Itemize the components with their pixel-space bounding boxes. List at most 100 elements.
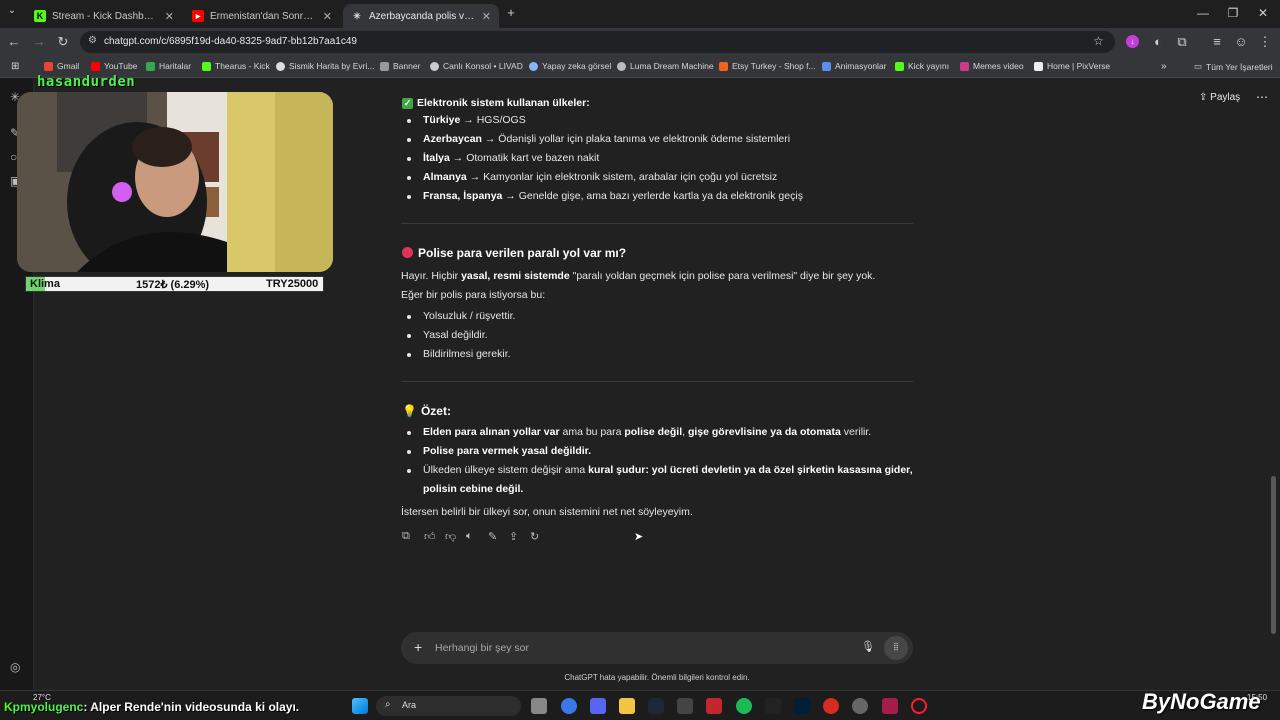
search-icon: ⌕: [385, 699, 391, 710]
thumbs-down-icon[interactable]: 👎︎: [445, 530, 456, 543]
list-item: Yasal değildir.: [423, 329, 488, 341]
spotify-icon[interactable]: [736, 698, 752, 714]
tab-youtube-video[interactable]: ▶ Ermenistan'dan Sonra Azerbayca ✕: [184, 4, 340, 28]
list-item: Almanya → Kamyonlar için elektronik sist…: [423, 171, 778, 183]
bookmark-haritalar[interactable]: Haritalar: [146, 61, 191, 71]
list-item: Elden para alınan yollar var ama bu para…: [423, 426, 872, 438]
photoshop-icon[interactable]: [794, 698, 810, 714]
message-input[interactable]: [435, 639, 835, 657]
webcam-overlay: [17, 92, 333, 272]
download-icon[interactable]: ↓: [1126, 35, 1139, 48]
stream-chat-message: Kpmyolugenc: Alper Rende'nin videosunda …: [4, 700, 300, 714]
search-icon: [529, 61, 538, 71]
bookmark-star-icon[interactable]: ☆: [1093, 34, 1104, 48]
voice-mode-icon[interactable]: ⦙⦙: [884, 636, 908, 660]
riot-icon[interactable]: [823, 698, 839, 714]
reload-icon[interactable]: ↻: [55, 34, 71, 50]
epic-games-icon[interactable]: [765, 698, 781, 714]
bookmark-banner[interactable]: Banner: [380, 61, 420, 71]
list-item: Yolsuzluk / rüşvettir.: [423, 310, 516, 322]
close-tab-icon[interactable]: ✕: [323, 10, 332, 23]
maps-icon: [146, 61, 155, 71]
list-item: Azerbaycan → Ödənişli yollar için plaka …: [423, 133, 791, 145]
close-window-icon[interactable]: ✕: [1253, 6, 1273, 20]
maximize-icon[interactable]: ❐: [1223, 6, 1243, 20]
more-options-icon[interactable]: ⋯: [1256, 90, 1268, 104]
close-tab-icon[interactable]: ✕: [482, 10, 491, 23]
task-view-icon[interactable]: [531, 698, 547, 714]
tab-kick-dashboard[interactable]: K Stream - Kick Dashboard ✕: [26, 4, 182, 28]
goal-target: TRY25000: [266, 278, 319, 290]
bookmark-sismik-harita[interactable]: Sismik Harita by Evri...: [276, 61, 375, 71]
edit-icon[interactable]: ✎: [488, 530, 497, 543]
apps-grid-icon[interactable]: ⊞: [11, 61, 19, 72]
extension-icon[interactable]: ◐: [1150, 34, 1166, 49]
start-icon[interactable]: [352, 698, 368, 714]
microphone-icon[interactable]: 🎙︎: [861, 640, 875, 653]
bookmark-etsy[interactable]: Etsy Turkey - Shop f...: [719, 61, 816, 71]
thumbs-up-icon[interactable]: 👍︎: [424, 530, 436, 543]
more-bookmarks-icon[interactable]: »: [1161, 61, 1167, 72]
chrome-icon[interactable]: [561, 698, 577, 714]
read-aloud-icon[interactable]: 🔈︎: [466, 530, 473, 543]
close-tab-icon[interactable]: ✕: [165, 10, 174, 23]
user-avatar-icon[interactable]: ◎: [10, 660, 20, 674]
bullet-icon: [407, 195, 411, 199]
disclaimer-text: ChatGPT hata yapabilir. Önemli bilgileri…: [564, 673, 750, 682]
list-item-continued: polisin cebine değil.: [423, 483, 524, 495]
bookmark-gmail[interactable]: Gmail: [44, 61, 79, 71]
section-heading: Polise para verilen paralı yol var mı?: [402, 246, 626, 260]
red-circle-icon: [402, 247, 413, 258]
app-icon[interactable]: [706, 698, 722, 714]
address-bar[interactable]: ⚙ chatgpt.com/c/6895f19d-da40-8325-9ad7-…: [80, 31, 1115, 53]
tab-search-icon[interactable]: ⌄: [4, 5, 20, 16]
minimize-icon[interactable]: —: [1193, 6, 1213, 20]
bookmark-memes-video[interactable]: Memes video: [960, 61, 1024, 71]
globe-icon: [276, 61, 285, 71]
browser-menu-icon[interactable]: ⋮: [1257, 34, 1273, 50]
scrollbar[interactable]: [1271, 476, 1276, 634]
regenerate-icon[interactable]: ↻: [530, 530, 539, 543]
list-item: Bildirilmesi gerekir.: [423, 348, 511, 360]
console-icon: [430, 61, 439, 71]
valorant-icon[interactable]: [882, 698, 898, 714]
bookmark-thearus-kick[interactable]: Thearus - Kick: [202, 61, 270, 71]
closing-paragraph: İstersen belirli bir ülkeyi sor, onun si…: [401, 506, 693, 518]
divider: [401, 223, 913, 224]
bullet-icon: [407, 176, 411, 180]
bookmark-youtube[interactable]: YouTube: [91, 61, 137, 71]
bookmark-luma[interactable]: Luma Dream Machine: [617, 61, 714, 71]
site-info-icon[interactable]: ⚙: [88, 35, 97, 46]
bullet-icon: [407, 431, 411, 435]
extensions-puzzle-icon[interactable]: ⧉: [1174, 34, 1190, 50]
copy-icon[interactable]: ⧉: [402, 530, 410, 543]
bookmark-kick-yayini[interactable]: Kick yayını: [895, 61, 949, 71]
kick-icon: [895, 61, 904, 71]
media-controls-icon[interactable]: ≡: [1209, 34, 1225, 49]
taskbar-search[interactable]: ⌕ Ara: [376, 696, 521, 716]
webcam-image: [17, 92, 333, 272]
back-icon[interactable]: ←: [6, 34, 22, 49]
bullet-icon: [407, 353, 411, 357]
xbox-icon[interactable]: [677, 698, 693, 714]
all-bookmarks-folder[interactable]: ▭ Tüm Yer İşaretleri: [1194, 61, 1273, 72]
bookmark-yapay-zeka[interactable]: Yapay zeka görsel: [529, 61, 611, 71]
tab-chatgpt[interactable]: ✳ Azerbaycanda polis ve para ✕: [343, 4, 499, 28]
opera-icon[interactable]: [911, 698, 927, 714]
new-tab-icon[interactable]: +: [503, 5, 519, 20]
list-item: Türkiye → HGS/OGS: [423, 114, 526, 126]
bookmark-animasyonlar[interactable]: Animasyonlar: [822, 61, 887, 71]
bullet-icon: [407, 334, 411, 338]
steam-icon[interactable]: [648, 698, 664, 714]
file-explorer-icon[interactable]: [619, 698, 635, 714]
profile-icon[interactable]: ☺: [1233, 34, 1249, 49]
attach-plus-icon[interactable]: +: [414, 639, 422, 655]
share-button[interactable]: ⇪ Paylaş: [1199, 92, 1240, 103]
share-response-icon[interactable]: ⇪: [509, 530, 518, 543]
discord-icon[interactable]: [590, 698, 606, 714]
forward-icon[interactable]: →: [31, 34, 47, 49]
kick-icon: K: [4, 700, 13, 714]
bookmark-canli-konsol[interactable]: Canlı Konsol • LIVAD: [430, 61, 523, 71]
bookmark-pixverse[interactable]: Home | PixVerse: [1034, 61, 1110, 71]
obs-icon[interactable]: [852, 698, 868, 714]
